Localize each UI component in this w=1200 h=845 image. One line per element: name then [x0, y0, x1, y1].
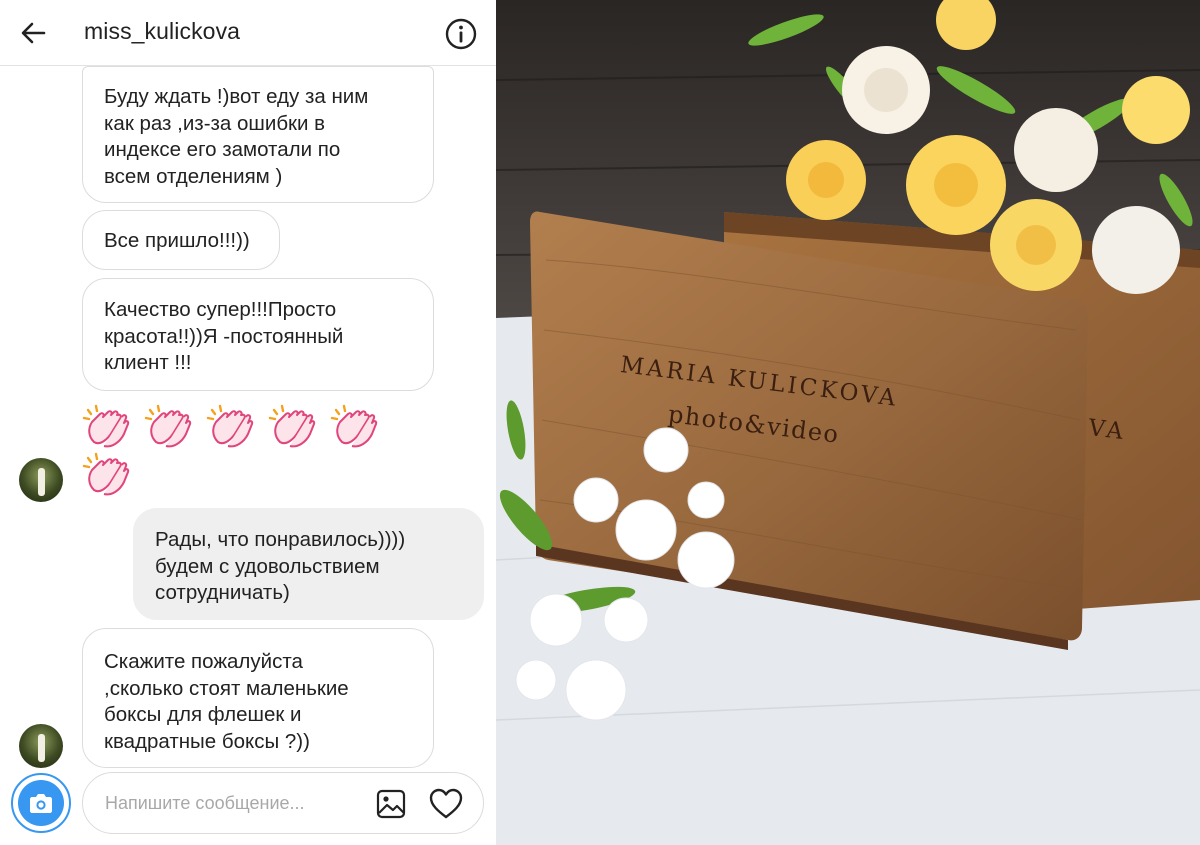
message-bubble-incoming[interactable]: Качество супер!!!Просто красота!!))Я -по…	[82, 278, 434, 391]
info-circle-icon[interactable]	[444, 17, 478, 51]
message-bubble-incoming[interactable]: Скажите пожалуйста ,сколько стоят малень…	[82, 628, 434, 768]
message-bubble-incoming[interactable]: Буду ждать !)вот еду за ним как раз ,из-…	[82, 66, 434, 203]
message-input[interactable]	[105, 787, 355, 819]
direct-message-thread: miss_kulickova Буду ждать !)вот еду за н…	[0, 0, 496, 845]
camera-icon	[30, 794, 52, 813]
image-icon[interactable]	[374, 787, 408, 821]
clapping-hands-icon	[82, 404, 130, 448]
message-bubble-incoming[interactable]: Все пришло!!!))	[82, 210, 280, 270]
avatar[interactable]	[19, 458, 63, 502]
emoji-message[interactable]	[82, 400, 402, 500]
heart-icon[interactable]	[428, 787, 464, 821]
avatar[interactable]	[19, 724, 63, 768]
camera-button[interactable]	[11, 773, 71, 833]
clapping-hands-icon	[330, 404, 378, 448]
message-composer	[0, 768, 496, 845]
chat-username[interactable]: miss_kulickova	[84, 18, 240, 45]
arrow-left-icon[interactable]	[18, 18, 48, 48]
clapping-hands-icon	[206, 404, 254, 448]
clapping-hands-icon	[144, 404, 192, 448]
chat-header: miss_kulickova	[0, 0, 496, 66]
product-photo: MARIA KULICKOVA photo&video VA	[496, 0, 1200, 845]
message-bubble-outgoing[interactable]: Рады, что понравилось)))) будем с удовол…	[133, 508, 484, 620]
message-input-box[interactable]	[82, 772, 484, 834]
engraving-back-box: VA	[1086, 415, 1128, 446]
clapping-hands-icon	[82, 452, 130, 496]
clapping-hands-icon	[268, 404, 316, 448]
